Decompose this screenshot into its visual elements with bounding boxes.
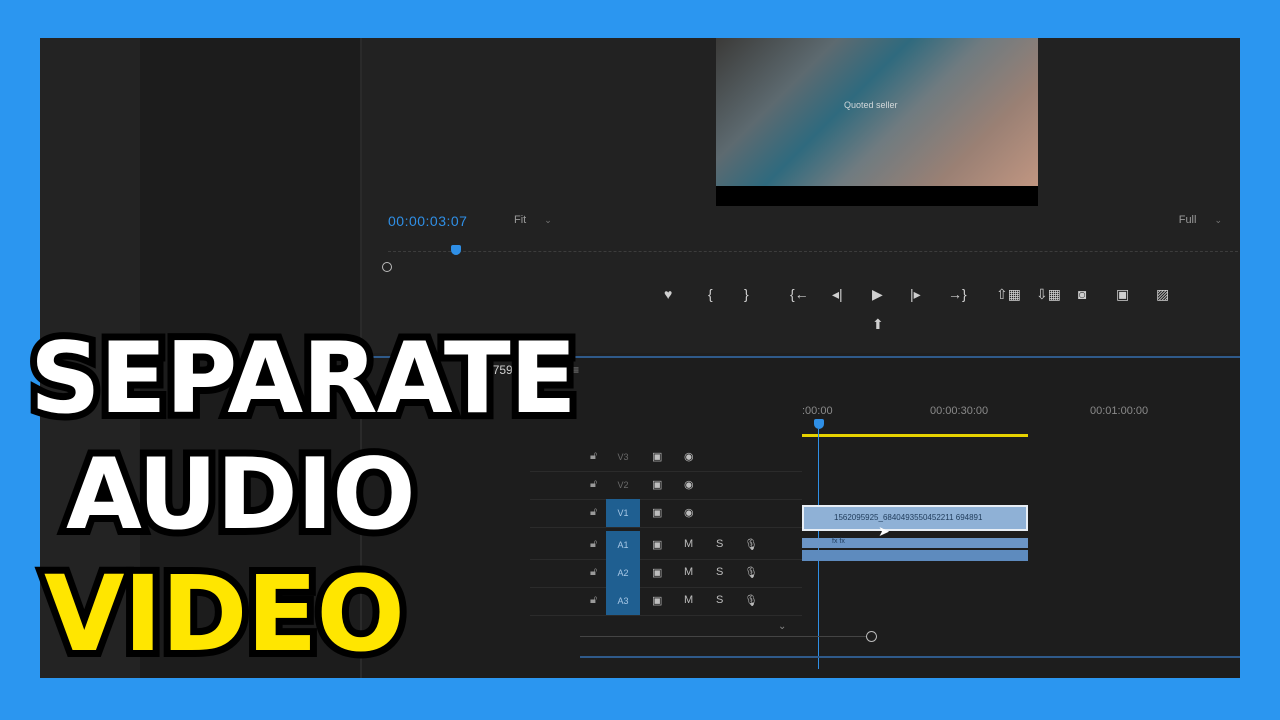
mark-out-icon[interactable]: }: [744, 286, 749, 302]
mouse-cursor-icon: ➤: [878, 523, 890, 539]
export-icon[interactable]: ⬆: [872, 316, 884, 333]
track-label[interactable]: A1: [606, 531, 640, 559]
timeline-zoom-handle[interactable]: [866, 631, 877, 642]
export-frame-icon[interactable]: ◙: [1078, 286, 1086, 302]
track-row-a2: 🔓︎ A2 ▣ M S 🎙︎: [530, 559, 802, 588]
work-area-bar[interactable]: [802, 434, 1028, 437]
timeline-playhead[interactable]: [814, 419, 824, 429]
monitor-playhead[interactable]: [451, 245, 461, 255]
add-marker-icon[interactable]: ♥: [664, 286, 672, 302]
microphone-icon[interactable]: 🎙︎: [744, 566, 758, 579]
lock-icon[interactable]: 🔓︎: [590, 594, 597, 607]
track-label[interactable]: A2: [606, 559, 640, 587]
solo-button[interactable]: S: [716, 594, 723, 606]
chevron-down-icon: ⌄: [544, 215, 552, 225]
track-row-a1: 🔓︎ A1 ▣ M S 🎙︎: [530, 531, 802, 560]
track-row-v2: 🔓︎ V2 ▣ ◉: [530, 471, 802, 500]
eye-icon[interactable]: ◉: [684, 506, 694, 519]
chevron-down-icon[interactable]: ⌄: [778, 621, 786, 632]
track-row-v3: 🔓︎ V3 ▣ ◉: [530, 443, 802, 472]
extract-icon[interactable]: ⇩▦: [1036, 286, 1061, 303]
zoom-select[interactable]: Fit ⌄: [514, 214, 552, 226]
track-label[interactable]: V1: [606, 499, 640, 527]
lock-icon[interactable]: 🔓︎: [590, 566, 597, 579]
track-label[interactable]: V3: [606, 443, 640, 471]
video-caption: Quoted seller: [844, 100, 898, 110]
program-monitor: Quoted seller 00:00:03:07 Fit ⌄ Full ⌄ ♥ {…: [362, 38, 1240, 353]
track-label[interactable]: V2: [606, 471, 640, 499]
lock-icon[interactable]: 🔓︎: [590, 538, 597, 551]
track-label[interactable]: A3: [606, 587, 640, 615]
sync-lock-icon[interactable]: ▣: [652, 478, 662, 491]
letterbox-bar: [716, 186, 1038, 206]
eye-icon[interactable]: ◉: [684, 450, 694, 463]
go-to-in-icon[interactable]: {←: [790, 286, 809, 302]
zoom-select-label: Fit: [514, 214, 527, 226]
proxy-toggle-icon[interactable]: ▨: [1156, 286, 1169, 303]
mute-button[interactable]: M: [684, 594, 693, 606]
step-forward-icon[interactable]: |▸: [910, 286, 921, 303]
panel-divider: [580, 656, 1240, 658]
headline-line-2: AUDIO: [59, 438, 423, 552]
comparison-view-icon[interactable]: ▣: [1116, 286, 1129, 303]
audio-clip-waveform[interactable]: [802, 550, 1028, 561]
resolution-select-label: Full: [1178, 214, 1197, 226]
resolution-select[interactable]: Full ⌄: [1179, 214, 1222, 226]
lock-icon[interactable]: 🔓︎: [590, 478, 597, 491]
lock-icon[interactable]: 🔓︎: [590, 450, 597, 463]
sync-lock-icon[interactable]: ▣: [652, 594, 662, 607]
sync-lock-icon[interactable]: ▣: [652, 506, 662, 519]
lock-icon[interactable]: 🔓︎: [590, 506, 597, 519]
audio-clip[interactable]: fx fx: [802, 538, 1028, 548]
step-back-icon[interactable]: ◂|: [832, 286, 843, 303]
mute-button[interactable]: M: [684, 566, 693, 578]
monitor-zoom-handle[interactable]: [382, 262, 392, 272]
sync-lock-icon[interactable]: ▣: [652, 538, 662, 551]
microphone-icon[interactable]: 🎙︎: [744, 538, 758, 551]
playhead-timecode[interactable]: 00:00:03:07: [388, 213, 467, 229]
playhead-line: [818, 429, 819, 669]
mark-in-icon[interactable]: {: [708, 286, 713, 302]
video-clip[interactable]: 1562095925_6840493550452211 694891: [802, 505, 1028, 531]
mute-button[interactable]: M: [684, 538, 693, 550]
monitor-time-ruler[interactable]: [388, 251, 1238, 264]
sync-lock-icon[interactable]: ▣: [652, 450, 662, 463]
headline-line-3: VIDEO: [37, 553, 412, 675]
timeline-scrollbar[interactable]: [580, 636, 870, 637]
program-video-frame: Quoted seller: [716, 38, 1038, 206]
track-headers: 🔓︎ V3 ▣ ◉ 🔓︎ V2 ▣ ◉ 🔓︎ V1 ▣ ◉ 🔓︎ A1 ▣ M …: [530, 443, 802, 668]
sync-lock-icon[interactable]: ▣: [652, 566, 662, 579]
solo-button[interactable]: S: [716, 538, 723, 550]
lift-icon[interactable]: ⇧▦: [996, 286, 1021, 303]
track-row-a3: 🔓︎ A3 ▣ M S 🎙︎: [530, 587, 802, 616]
headline-line-1: SEPARATE: [23, 322, 584, 436]
ruler-label: 00:01:00:00: [1090, 405, 1149, 417]
ruler-label: :00:00: [802, 405, 833, 417]
go-to-out-icon[interactable]: →}: [948, 286, 967, 302]
ruler-label: 00:00:30:00: [930, 405, 989, 417]
play-icon[interactable]: ▶: [872, 286, 883, 303]
microphone-icon[interactable]: 🎙︎: [744, 594, 758, 607]
solo-button[interactable]: S: [716, 566, 723, 578]
eye-icon[interactable]: ◉: [684, 478, 694, 491]
chevron-down-icon: ⌄: [1214, 215, 1222, 225]
track-row-v1: 🔓︎ V1 ▣ ◉: [530, 499, 802, 528]
